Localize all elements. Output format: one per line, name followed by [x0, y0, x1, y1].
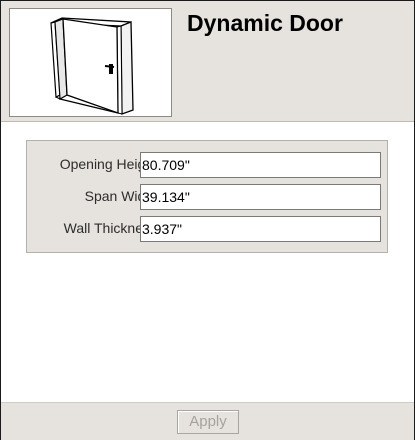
door-preview [9, 8, 172, 117]
parameters-panel: Opening Height Span Width Wall Thickness [26, 140, 388, 253]
wall-thickness-input[interactable] [140, 216, 381, 242]
opening-height-input[interactable] [140, 152, 381, 178]
dialog-window: Dynamic Door Opening Height Span Width W… [0, 0, 415, 440]
dialog-title: Dynamic Door [187, 10, 343, 36]
door-icon [50, 17, 134, 115]
apply-button[interactable]: Apply [177, 410, 239, 434]
opening-height-row: Opening Height [27, 150, 387, 178]
span-width-input[interactable] [140, 184, 381, 210]
footer-bar: Apply [1, 402, 414, 440]
header-area: Dynamic Door [1, 1, 414, 122]
span-width-row: Span Width [27, 182, 387, 210]
wall-thickness-row: Wall Thickness [27, 214, 387, 242]
